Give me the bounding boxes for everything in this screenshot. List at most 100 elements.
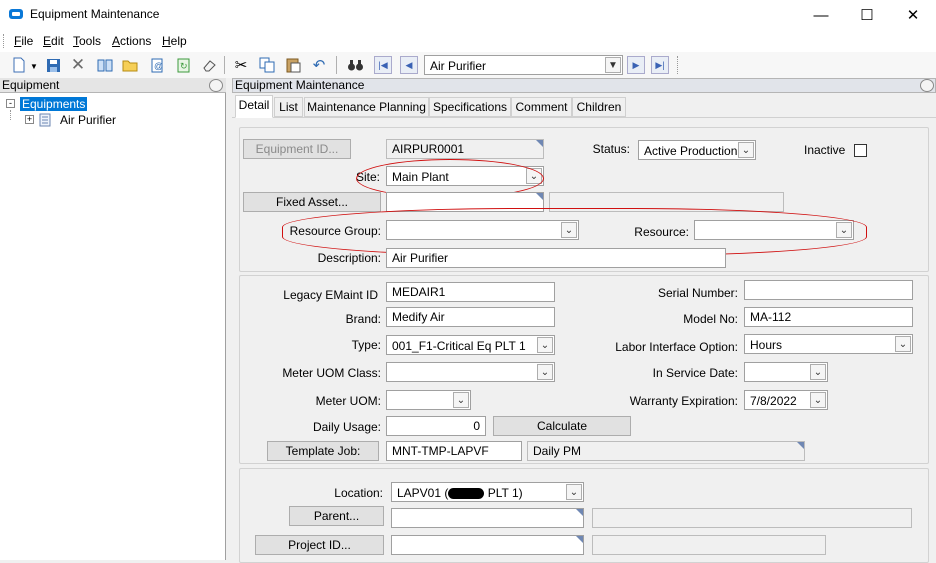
equipment-tree-pane: Equipment - Equipments + Air Purifier: [0, 78, 226, 560]
daily-usage-label: Daily Usage:: [312, 420, 381, 434]
chevron-down-icon: ⌄: [526, 168, 542, 184]
tab-specifications[interactable]: Specifications: [429, 97, 511, 117]
chevron-down-icon: ▼: [605, 57, 621, 73]
template-job-field[interactable]: MNT-TMP-LAPVF: [386, 441, 522, 461]
calculate-button[interactable]: Calculate: [493, 416, 631, 436]
tab-maintenance-planning[interactable]: Maintenance Planning: [304, 97, 429, 117]
site-label: Site:: [355, 170, 380, 184]
equipment-id-field: AIRPUR0001: [386, 139, 544, 159]
chevron-down-icon: ⌄: [566, 484, 582, 500]
fixed-asset-description: [549, 192, 784, 212]
new-dropdown-icon[interactable]: ▼: [30, 62, 38, 71]
legacy-id-label: Legacy EMaint ID: [283, 288, 378, 302]
resource-group-label: Resource Group:: [289, 224, 381, 238]
description-label: Description:: [317, 251, 381, 265]
chevron-down-icon: ⌄: [537, 364, 553, 380]
redaction-mark: [448, 488, 485, 500]
resource-label: Resource:: [634, 225, 689, 239]
copy-icon[interactable]: [258, 56, 276, 74]
serial-number-field[interactable]: [744, 280, 913, 300]
last-record-icon[interactable]: ▶|: [651, 56, 669, 74]
refresh-icon[interactable]: ↻: [174, 56, 192, 74]
parent-button[interactable]: Parent...: [289, 506, 384, 526]
parent-field[interactable]: [391, 508, 584, 528]
expand-icon[interactable]: +: [25, 115, 34, 124]
site-select[interactable]: Main Plant ⌄: [386, 166, 544, 186]
menu-tools[interactable]: Tools: [73, 34, 101, 48]
in-service-date-picker[interactable]: ⌄: [744, 362, 828, 382]
daily-usage-field[interactable]: 0: [386, 416, 486, 436]
next-record-icon[interactable]: ▶: [627, 56, 645, 74]
save-icon[interactable]: [44, 56, 62, 74]
description-field[interactable]: Air Purifier: [386, 248, 726, 268]
eraser-icon[interactable]: [200, 56, 218, 74]
close-button[interactable]: ✕: [890, 0, 936, 30]
record-selector[interactable]: Air Purifier ▼: [424, 55, 623, 75]
template-job-button[interactable]: Template Job:: [267, 441, 379, 461]
window-title: Equipment Maintenance: [30, 7, 160, 21]
resource-group-select[interactable]: ⌄: [386, 220, 579, 240]
model-no-field[interactable]: MA-112: [744, 307, 913, 327]
maximize-button[interactable]: ☐: [844, 0, 890, 30]
book-icon[interactable]: [96, 56, 114, 74]
fixed-asset-button[interactable]: Fixed Asset...: [243, 192, 381, 212]
cut-icon[interactable]: ✂: [232, 56, 250, 74]
location-select[interactable]: LAPV01 ( PLT 1) ⌄: [391, 482, 584, 502]
menu-file[interactable]: File: [14, 34, 33, 48]
brand-field[interactable]: Medify Air: [386, 307, 555, 327]
pin-icon[interactable]: [920, 79, 934, 92]
tree-root[interactable]: Equipments: [20, 97, 88, 111]
chevron-down-icon: ⌄: [810, 364, 826, 380]
chevron-down-icon: ⌄: [836, 222, 852, 238]
maintenance-pane: Equipment Maintenance Detail List Mainte…: [232, 78, 936, 563]
binoculars-icon[interactable]: [346, 56, 364, 74]
resource-select[interactable]: ⌄: [694, 220, 854, 240]
warranty-expiration-picker[interactable]: 7/8/2022 ⌄: [744, 390, 828, 410]
meter-uom-label: Meter UOM:: [315, 394, 381, 408]
tab-children[interactable]: Children: [572, 97, 626, 117]
chevron-down-icon: ⌄: [895, 336, 911, 352]
paste-icon[interactable]: [284, 56, 302, 74]
tree-node-air-purifier[interactable]: Air Purifier: [60, 113, 116, 127]
fixed-asset-field[interactable]: [386, 192, 544, 212]
project-id-field[interactable]: [391, 535, 584, 555]
warranty-expiration-label: Warranty Expiration:: [629, 394, 738, 408]
tab-list[interactable]: List: [274, 97, 303, 117]
location-label: Location:: [334, 486, 383, 500]
collapse-icon[interactable]: -: [6, 99, 15, 108]
tab-comment[interactable]: Comment: [511, 97, 572, 117]
maintenance-pane-header: Equipment Maintenance: [232, 78, 936, 93]
minimize-button[interactable]: —: [798, 0, 844, 30]
project-id-button[interactable]: Project ID...: [255, 535, 384, 555]
menu-bar: File Edit Tools Actions Help: [0, 30, 936, 52]
labor-interface-label: Labor Interface Option:: [615, 340, 738, 354]
type-select[interactable]: 001_F1-Critical Eq PLT 1 ⌄: [386, 335, 555, 355]
legacy-id-field[interactable]: MEDAIR1: [386, 282, 555, 302]
undo-icon[interactable]: ↶: [310, 56, 328, 74]
pin-icon[interactable]: [209, 79, 223, 92]
menu-help[interactable]: Help: [162, 34, 187, 48]
tab-strip-line: [232, 117, 936, 118]
template-job-description: Daily PM: [527, 441, 805, 461]
new-icon[interactable]: [10, 56, 28, 74]
brand-label: Brand:: [345, 312, 381, 326]
status-select[interactable]: Active Production ⌄: [638, 140, 756, 160]
meter-uom-select[interactable]: ⌄: [386, 390, 471, 410]
menu-edit[interactable]: Edit: [43, 34, 64, 48]
attach-icon[interactable]: @: [148, 56, 166, 74]
toolbar-separator: [336, 56, 337, 74]
inactive-checkbox[interactable]: [854, 144, 867, 157]
delete-icon[interactable]: ✕: [69, 55, 87, 74]
tree-line: [10, 110, 11, 120]
equipment-id-button[interactable]: Equipment ID...: [243, 139, 351, 159]
in-service-date-label: In Service Date:: [652, 366, 738, 380]
tab-detail[interactable]: Detail: [235, 95, 273, 118]
equipment-node-icon: [38, 113, 54, 131]
meter-uom-class-select[interactable]: ⌄: [386, 362, 555, 382]
labor-interface-select[interactable]: Hours ⌄: [744, 334, 913, 354]
first-record-icon[interactable]: |◀: [374, 56, 392, 74]
folder-icon[interactable]: [121, 56, 139, 74]
menu-actions[interactable]: Actions: [112, 34, 151, 48]
previous-record-icon[interactable]: ◀: [400, 56, 418, 74]
model-no-label: Model No:: [683, 312, 738, 326]
